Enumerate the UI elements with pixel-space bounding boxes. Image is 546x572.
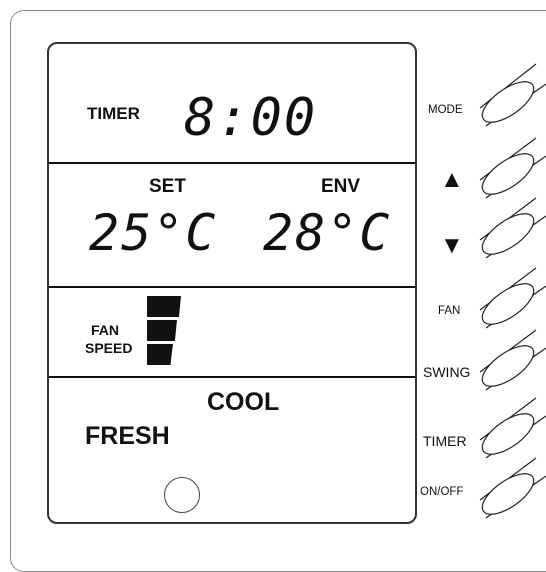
onoff-button[interactable] (476, 457, 546, 522)
mode-button-label[interactable]: MODE (428, 104, 463, 116)
timer-button-label[interactable]: TIMER (423, 433, 467, 449)
swing-button-label[interactable]: SWING (423, 364, 470, 380)
swing-button[interactable] (476, 329, 546, 394)
timer-button[interactable] (476, 397, 546, 462)
down-button[interactable] (476, 197, 546, 262)
fan-button-label[interactable]: FAN (438, 305, 460, 317)
mode-button[interactable] (476, 63, 546, 130)
fan-button[interactable] (476, 267, 546, 332)
button-keys (476, 63, 546, 522)
triangle-up-icon[interactable]: ▲ (440, 168, 464, 192)
up-button[interactable] (476, 137, 546, 202)
onoff-button-label[interactable]: ON/OFF (420, 486, 463, 498)
triangle-down-icon[interactable]: ▼ (440, 234, 464, 258)
